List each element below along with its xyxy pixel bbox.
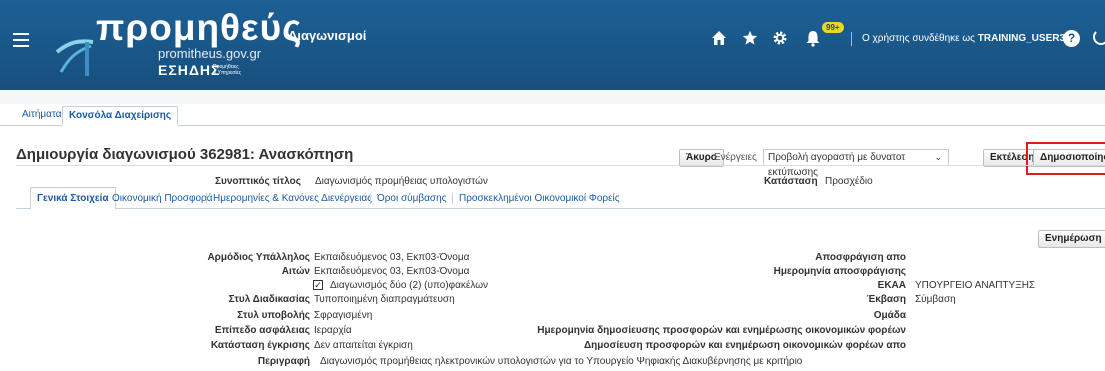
subtab-dates-rules[interactable]: Ημερομηνίες & Κανόνες Διενέργειας [213, 193, 372, 204]
star-icon[interactable] [742, 30, 758, 51]
field-value-submission-style: Σφραγισμένη [314, 310, 373, 321]
field-label-ekaa: ΕΚΑΑ [877, 280, 906, 291]
subtab-contract-terms[interactable]: Όροι σύμβασης [377, 193, 446, 204]
field-value-outcome: Σύμβαση [915, 294, 956, 305]
logo-org: ΕΣΗΔΗΣ [158, 62, 221, 78]
title-rule [16, 165, 1105, 166]
field-value-procedure-style: Τυποποιημένη διαπραγμάτευση [314, 294, 455, 305]
field-label-outcome: Έκβαση [866, 294, 906, 305]
subtab-financial-offer[interactable]: Οικονομική Προσφορά [112, 193, 212, 204]
publish-highlight-box [1026, 142, 1105, 175]
field-label-description: Περιγραφή [257, 356, 310, 367]
user-name: TRAINING_USER3 [977, 33, 1066, 44]
update-button[interactable]: Ενημέρωση [1038, 230, 1105, 248]
main-tabs: Αιτήματα Κονσόλα Διαχείρισης [0, 104, 1105, 126]
field-value-security-level: Ιεραρχία [314, 325, 352, 336]
field-label-approval-status: Κατάσταση έγκρισης [210, 340, 310, 351]
checkbox-checked-icon[interactable]: ✓ [313, 280, 323, 290]
field-value-officer: Εκπαιδευόμενος 03, Εκπ03-Όνομα [314, 252, 470, 263]
field-label-unsealing-from: Αποσφράγιση απο [815, 252, 906, 263]
logo-org-small-line-2: & Υπηρεσίες [213, 70, 242, 76]
bell-icon[interactable] [805, 30, 821, 52]
logo-swoosh-icon [55, 39, 94, 76]
logged-in-user: Ο χρήστης συνδέθηκε ως TRAINING_USER3 [862, 33, 1065, 44]
logo-org-small: Προμήθειες & Υπηρεσίες [213, 64, 241, 76]
gear-icon[interactable] [772, 30, 788, 51]
field-label-procedure-style: Στυλ Διαδικασίας [228, 294, 310, 305]
header-divider [851, 32, 852, 46]
field-value-ekaa: ΥΠΟΥΡΓΕΙΟ ΑΝΑΠΤΥΞΗΣ [915, 280, 1036, 291]
subtab-separator [452, 193, 453, 204]
chevron-down-icon: ⌄ [934, 152, 942, 162]
help-icon[interactable]: ? [1063, 30, 1080, 47]
hamburger-icon[interactable] [13, 33, 29, 47]
logo-text: προμηθεύς [96, 7, 303, 48]
field-label-officer: Αρμόδιος Υπάλληλος [207, 252, 310, 263]
field-label-publish-date: Ημερομηνία δημοσίευσης προσφορών και ενη… [537, 325, 906, 336]
user-prefix: Ο χρήστης συνδέθηκε ως [862, 33, 975, 44]
field-label-submission-style: Στυλ υποβολής [237, 310, 310, 321]
field-label-security-level: Επίπεδο ασφάλειας [214, 325, 310, 336]
field-label-unsealing-date: Ημερομηνία αποσφράγισης [773, 266, 906, 277]
page-strip [0, 90, 1105, 104]
field-value-description: Διαγωνισμός προμήθειας ηλεκτρονικών υπολ… [320, 356, 803, 367]
field-value-requester: Εκπαιδευόμενος 03, Εκπ03-Όνομα [314, 266, 470, 277]
page-title: Δημιουργία διαγωνισμού 362981: Ανασκόπησ… [16, 146, 354, 163]
field-label-publish-from: Δημοσίευση προσφορών και ενημέρωση οικον… [583, 340, 906, 351]
logo-subtitle: Διαγωνισμοί [288, 28, 367, 43]
subtab-general[interactable]: Γενικά Στοιχεία [30, 187, 116, 210]
app-header: προμηθεύς Διαγωνισμοί promitheus.gov.gr … [0, 0, 1105, 90]
subtab-invited-suppliers[interactable]: Προσκεκλημένοι Οικονομικοί Φορείς [459, 193, 620, 204]
field-value-approval-status: Δεν απαιτείται έγκριση [314, 340, 413, 351]
tab-admin-console[interactable]: Κονσόλα Διαχείρισης [62, 106, 179, 126]
notification-badge: 99+ [822, 22, 844, 33]
subtab-separator [206, 193, 207, 204]
actions-label: Ενέργειες [714, 152, 757, 163]
sub-tabs: Γενικά Στοιχεία Οικονομική Προσφορά Ημερ… [16, 185, 1105, 210]
field-value-two-envelopes: Διαγωνισμός δύο (2) (υπο)φακέλων [330, 280, 489, 291]
actions-select[interactable]: Προβολή αγοραστή με δυνατοτ εκτύπωσης ⌄ [763, 149, 949, 178]
power-icon[interactable] [1093, 29, 1105, 45]
subtab-separator [370, 193, 371, 204]
field-label-group: Ομάδα [873, 310, 906, 321]
logo-url: promitheus.gov.gr [158, 46, 262, 61]
home-icon[interactable] [711, 30, 727, 51]
tab-requests[interactable]: Αιτήματα [22, 109, 62, 120]
field-label-requester: Αιτών [281, 266, 310, 277]
